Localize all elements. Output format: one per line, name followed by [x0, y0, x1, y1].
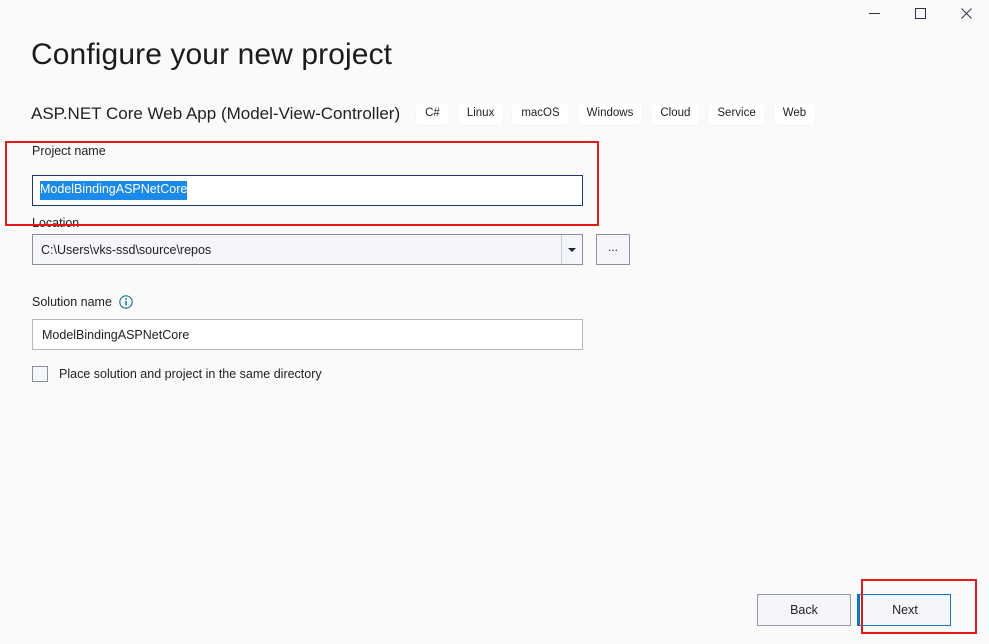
minimize-icon — [868, 8, 880, 19]
dialog-footer: Back Next — [0, 594, 989, 628]
template-tag-cloud: Cloud — [651, 104, 700, 125]
template-summary-row: ASP.NET Core Web App (Model-View-Control… — [31, 104, 824, 125]
location-row: C:\Users\vks-ssd\source\repos ... — [32, 234, 630, 265]
solution-name-input[interactable]: ModelBindingASPNetCore — [32, 319, 583, 350]
minimize-button[interactable] — [851, 0, 897, 26]
same-directory-checkbox[interactable] — [32, 366, 48, 382]
browse-location-button[interactable]: ... — [596, 234, 630, 265]
template-tag-linux: Linux — [457, 104, 504, 125]
maximize-button[interactable] — [897, 0, 943, 26]
titlebar — [0, 0, 989, 30]
project-name-label: Project name — [32, 144, 106, 158]
template-tag-windows: Windows — [577, 104, 643, 125]
project-name-value: ModelBindingASPNetCore — [40, 181, 188, 200]
chevron-down-icon — [568, 247, 576, 252]
info-icon[interactable] — [119, 295, 133, 309]
configure-project-form: Project name ModelBindingASPNetCore Loca… — [0, 144, 989, 382]
location-label: Location — [32, 216, 80, 230]
template-tag-macos: macOS — [512, 104, 569, 125]
template-tag-service: Service — [708, 104, 765, 125]
maximize-icon — [914, 7, 926, 19]
location-combobox[interactable]: C:\Users\vks-ssd\source\repos — [32, 234, 583, 265]
same-directory-row: Place solution and project in the same d… — [32, 366, 322, 382]
back-button[interactable]: Back — [757, 594, 851, 626]
close-icon — [960, 7, 972, 19]
next-button[interactable]: Next — [857, 594, 951, 626]
template-tag-web: Web — [773, 104, 816, 125]
solution-name-label: Solution name — [32, 295, 112, 309]
template-name: ASP.NET Core Web App (Model-View-Control… — [31, 104, 401, 124]
page-title: Configure your new project — [31, 38, 393, 71]
location-dropdown-button[interactable] — [561, 235, 582, 264]
solution-name-value: ModelBindingASPNetCore — [42, 327, 190, 342]
template-tag-csharp: C# — [416, 104, 449, 125]
close-button[interactable] — [943, 0, 989, 26]
same-directory-label: Place solution and project in the same d… — [59, 367, 322, 381]
project-name-input[interactable]: ModelBindingASPNetCore — [32, 175, 583, 206]
solution-name-label-row: Solution name — [32, 295, 133, 309]
template-tag-list: C# Linux macOS Windows Cloud Service Web — [416, 104, 824, 125]
location-value: C:\Users\vks-ssd\source\repos — [41, 242, 212, 257]
